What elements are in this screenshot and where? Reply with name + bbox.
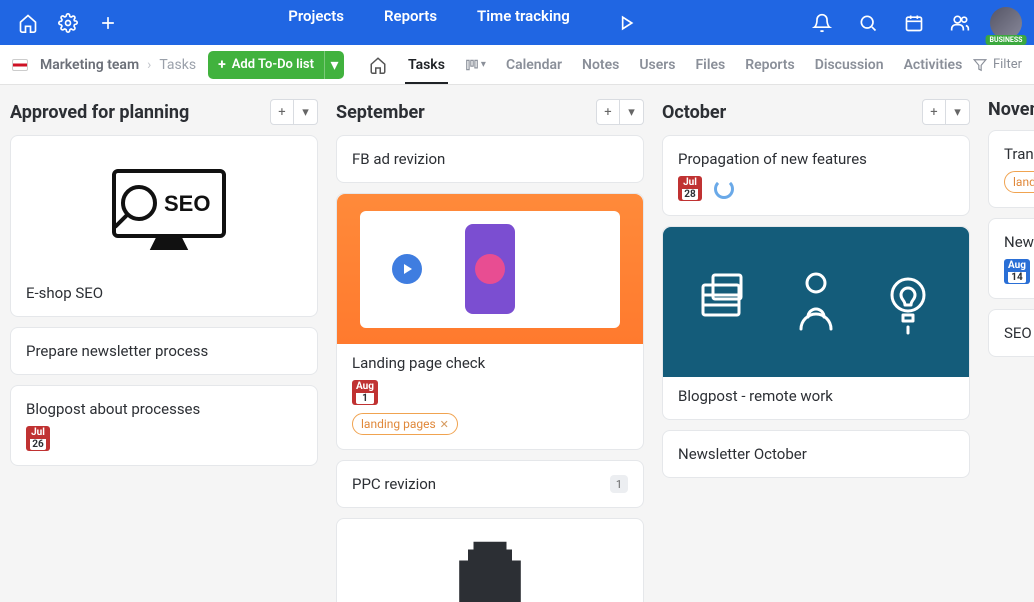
view-name: Tasks xyxy=(159,57,196,73)
task-card[interactable]: PPC revizion 1 xyxy=(336,460,644,508)
task-title: SEO check xyxy=(1004,324,1032,342)
filter-button[interactable]: Filter xyxy=(973,57,1022,72)
column-title-approved: Approved for planning xyxy=(10,102,189,123)
task-card[interactable]: SEO E-shop SEO xyxy=(10,135,318,317)
add-todo-button[interactable]: +Add To-Do list ▾ xyxy=(208,51,344,79)
people-icon[interactable] xyxy=(944,7,976,39)
column-menu-button[interactable]: ▾ xyxy=(620,99,644,125)
view-toggle[interactable]: ▾ xyxy=(465,58,486,72)
task-card[interactable]: Newsletter Aug 14 xyxy=(988,218,1034,299)
column-menu-button[interactable]: ▾ xyxy=(294,99,318,125)
nav-timetracking[interactable]: Time tracking xyxy=(477,7,570,39)
landing-hero-image xyxy=(337,194,643,344)
task-title: FB ad revizion xyxy=(352,150,628,168)
task-title: Propagation of new features xyxy=(678,150,954,168)
task-title: E-shop SEO xyxy=(26,284,302,302)
tab-home-icon[interactable] xyxy=(368,55,388,75)
tab-notes[interactable]: Notes xyxy=(582,47,619,83)
column-title-september: September xyxy=(336,102,425,123)
task-card[interactable]: FB ad revizion xyxy=(336,135,644,183)
task-card[interactable]: Blogpost about processes Jul 26 xyxy=(10,385,318,466)
task-title: Translations xyxy=(1004,145,1032,163)
task-card[interactable]: Prepare newsletter process xyxy=(10,327,318,375)
task-title: PPC revizion xyxy=(352,475,436,493)
project-name[interactable]: Marketing team xyxy=(40,57,139,73)
due-date-badge: Jul 28 xyxy=(678,176,702,201)
task-card[interactable] xyxy=(336,518,644,602)
document-illustration xyxy=(352,533,628,602)
column-title-november: November xyxy=(988,99,1034,120)
tag-chip[interactable]: landing xyxy=(1004,171,1034,193)
tag-chip[interactable]: landing pages✕ xyxy=(352,413,458,435)
column-add-button[interactable]: + xyxy=(596,99,620,125)
tag-remove-icon[interactable]: ✕ xyxy=(440,418,449,431)
task-title: Landing page check xyxy=(352,354,628,372)
home-icon[interactable] xyxy=(12,7,44,39)
bell-icon[interactable] xyxy=(806,7,838,39)
seo-illustration: SEO xyxy=(21,146,307,276)
due-date-badge: Aug 14 xyxy=(1004,259,1030,284)
task-title: Newsletter xyxy=(1004,233,1032,251)
play-icon[interactable] xyxy=(610,7,642,39)
column-title-october: October xyxy=(662,102,726,123)
tab-discussion[interactable]: Discussion xyxy=(815,47,884,83)
tab-reports[interactable]: Reports xyxy=(745,47,795,83)
task-card[interactable]: SEO check xyxy=(988,309,1034,357)
task-card[interactable]: Blogpost - remote work xyxy=(662,226,970,420)
svg-text:SEO: SEO xyxy=(164,191,210,216)
task-card[interactable]: Newsletter October xyxy=(662,430,970,478)
task-title: Blogpost - remote work xyxy=(678,387,954,405)
play-icon xyxy=(392,254,422,284)
task-title: Newsletter October xyxy=(678,445,954,463)
flag-icon xyxy=(12,59,28,71)
loading-spinner-icon xyxy=(714,179,734,199)
calendar-icon[interactable] xyxy=(898,7,930,39)
count-badge: 1 xyxy=(610,475,628,493)
breadcrumb: Marketing team › Tasks xyxy=(12,57,196,73)
plus-icon[interactable] xyxy=(92,7,124,39)
tab-users[interactable]: Users xyxy=(639,47,675,83)
tab-tasks[interactable]: Tasks xyxy=(408,47,445,83)
column-add-button[interactable]: + xyxy=(270,99,294,125)
nav-reports[interactable]: Reports xyxy=(384,7,437,39)
task-card[interactable]: Propagation of new features Jul 28 xyxy=(662,135,970,216)
add-todo-caret[interactable]: ▾ xyxy=(324,51,344,79)
column-add-button[interactable]: + xyxy=(922,99,946,125)
tab-files[interactable]: Files xyxy=(695,47,725,83)
due-date-badge: Jul 26 xyxy=(26,426,50,451)
due-date-badge: Aug 1 xyxy=(352,380,378,405)
tab-calendar[interactable]: Calendar xyxy=(506,47,562,83)
task-title: Prepare newsletter process xyxy=(26,342,302,360)
task-title: Blogpost about processes xyxy=(26,400,302,418)
avatar[interactable]: BUSINESS xyxy=(990,7,1022,39)
gear-icon[interactable] xyxy=(52,7,84,39)
nav-projects[interactable]: Projects xyxy=(288,7,344,39)
task-card[interactable]: Landing page check Aug 1 landing pages✕ xyxy=(336,193,644,450)
search-icon[interactable] xyxy=(852,7,884,39)
remote-hero-image xyxy=(663,227,969,377)
plan-badge: BUSINESS xyxy=(986,35,1027,45)
task-card[interactable]: Translations landing xyxy=(988,130,1034,208)
column-menu-button[interactable]: ▾ xyxy=(946,99,970,125)
tab-activities[interactable]: Activities xyxy=(904,47,963,83)
